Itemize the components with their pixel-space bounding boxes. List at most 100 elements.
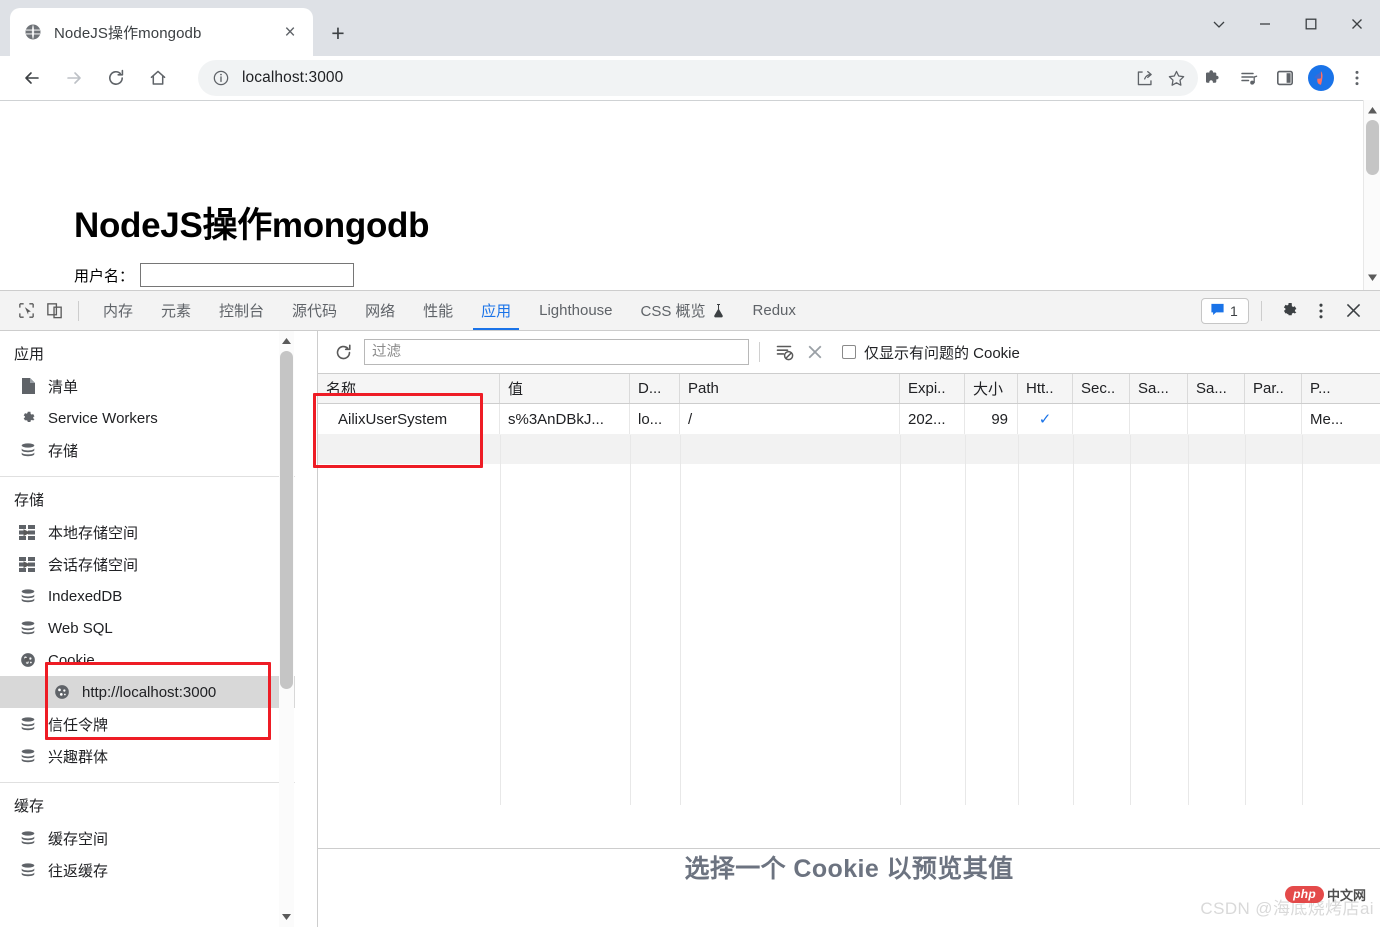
tab-sources[interactable]: 源代码	[278, 291, 351, 330]
only-show-problematic-cookies-checkbox[interactable]: 仅显示有问题的 Cookie	[842, 342, 1020, 363]
page-scrollbar-thumb[interactable]	[1366, 120, 1379, 175]
sidebar-item-trust-tokens[interactable]: 信任令牌	[0, 708, 295, 740]
scroll-up-icon[interactable]	[279, 333, 294, 349]
tab-redux[interactable]: Redux	[739, 291, 810, 330]
chevron-down-icon[interactable]: ▼	[22, 655, 32, 665]
sidebar-item-indexeddb[interactable]: IndexedDB	[0, 580, 295, 612]
column-header-domain[interactable]: D...	[630, 374, 680, 403]
username-input[interactable]	[140, 263, 354, 287]
sidebar-item-cache-storage[interactable]: 缓存空间	[0, 822, 295, 854]
home-button[interactable]	[140, 60, 176, 96]
sidebar-item-web-sql[interactable]: Web SQL	[0, 612, 295, 644]
chevron-down-icon[interactable]	[1196, 0, 1242, 48]
minimize-icon[interactable]	[1242, 0, 1288, 48]
tab-css-overview-label: CSS 概览	[641, 300, 706, 321]
maximize-icon[interactable]	[1288, 0, 1334, 48]
sidebar-item-cookie[interactable]: ▼ Cookie	[0, 644, 295, 676]
sidebar-item-label: Service Workers	[48, 410, 158, 427]
column-header-partitionkey[interactable]: Par..	[1245, 374, 1302, 403]
clear-filtered-cookies-icon[interactable]	[770, 337, 800, 367]
settings-gear-icon[interactable]	[1274, 296, 1304, 326]
sidebar-item-label: 缓存空间	[48, 828, 108, 849]
close-icon[interactable]	[1334, 0, 1380, 48]
scroll-up-icon[interactable]	[1364, 102, 1380, 119]
profile-avatar[interactable]	[1304, 61, 1338, 95]
inspect-element-icon[interactable]	[12, 297, 40, 325]
cell-priority: Me...	[1302, 404, 1380, 434]
tab-lighthouse[interactable]: Lighthouse	[525, 291, 626, 330]
share-icon[interactable]	[1130, 64, 1158, 92]
database-icon	[18, 619, 38, 637]
sidebar-section-title-storage: 存储	[0, 477, 295, 516]
sidebar-item-interest-groups[interactable]: 兴趣群体	[0, 740, 295, 772]
column-header-httponly[interactable]: Htt..	[1018, 374, 1073, 403]
cookies-panel: 仅显示有问题的 Cookie 名称 值 D... Path Expi.. 大小 …	[318, 331, 1380, 927]
refresh-icon[interactable]	[328, 337, 358, 367]
star-icon[interactable]	[1162, 64, 1190, 92]
sidebar-item-manifest[interactable]: 清单	[0, 370, 295, 402]
more-vertical-icon[interactable]	[1306, 296, 1336, 326]
cell-expires: 202...	[900, 404, 965, 434]
sidebar-scrollbar-thumb[interactable]	[280, 351, 293, 689]
table-row-empty[interactable]	[318, 434, 1380, 464]
back-button[interactable]	[14, 60, 50, 96]
close-devtools-icon[interactable]	[1338, 296, 1368, 326]
column-header-value[interactable]: 值	[500, 374, 630, 403]
close-icon[interactable]: ×	[277, 19, 303, 45]
reading-list-icon[interactable]	[1232, 61, 1266, 95]
column-header-size[interactable]: 大小	[965, 374, 1018, 403]
column-header-expires[interactable]: Expi..	[900, 374, 965, 403]
tab-memory[interactable]: 内存	[89, 291, 147, 330]
sidebar-item-storage[interactable]: 存储	[0, 434, 295, 466]
tab-network[interactable]: 网络	[351, 291, 409, 330]
sidebar-item-label: 清单	[48, 376, 78, 397]
cell-httponly: ✓	[1018, 404, 1073, 434]
more-vertical-icon[interactable]	[1340, 61, 1374, 95]
sidebar-item-cookie-origin[interactable]: http://localhost:3000	[0, 676, 295, 708]
column-header-name[interactable]: 名称	[318, 374, 500, 403]
chevron-right-icon[interactable]: ▶	[22, 559, 32, 570]
sidebar-item-service-workers[interactable]: Service Workers	[0, 402, 295, 434]
cell-domain: lo...	[630, 404, 680, 434]
tab-css-overview[interactable]: CSS 概览	[627, 291, 739, 330]
cookie-filter-input[interactable]	[364, 339, 749, 365]
sidebar-scrollbar[interactable]	[279, 331, 294, 927]
tab-console[interactable]: 控制台	[205, 291, 278, 330]
page-scrollbar[interactable]	[1363, 100, 1380, 290]
cookies-table-body: AilixUserSystem s%3AnDBkJ... lo... / 202…	[318, 404, 1380, 805]
device-toolbar-icon[interactable]	[40, 297, 68, 325]
sidebar-item-session-storage[interactable]: ▶ 会话存储空间	[0, 548, 295, 580]
browser-tab[interactable]: NodeJS操作mongodb ×	[10, 8, 313, 56]
page-title: NodeJS操作mongodb	[74, 197, 429, 248]
scroll-down-icon[interactable]	[279, 909, 294, 925]
column-header-secure[interactable]: Sec..	[1073, 374, 1130, 403]
browser-tab-title: NodeJS操作mongodb	[54, 22, 277, 43]
side-panel-icon[interactable]	[1268, 61, 1302, 95]
database-icon	[18, 861, 38, 879]
reload-button[interactable]	[98, 60, 134, 96]
clear-all-cookies-icon[interactable]	[800, 337, 830, 367]
sidebar-item-back-forward-cache[interactable]: 往返缓存	[0, 854, 295, 886]
message-count-badge[interactable]: 1	[1201, 298, 1249, 324]
extensions-puzzle-icon[interactable]	[1196, 61, 1230, 95]
database-icon	[18, 587, 38, 605]
cookie-icon	[52, 683, 72, 701]
username-label: 用户名：	[74, 265, 134, 286]
scroll-down-icon[interactable]	[1364, 269, 1380, 286]
column-header-path[interactable]: Path	[680, 374, 900, 403]
column-header-priority[interactable]: P...	[1302, 374, 1380, 403]
address-bar[interactable]: localhost:3000	[198, 60, 1198, 96]
tab-performance[interactable]: 性能	[409, 291, 467, 330]
tab-elements[interactable]: 元素	[147, 291, 205, 330]
info-circle-icon[interactable]	[212, 69, 230, 87]
forward-button[interactable]	[56, 60, 92, 96]
checkbox-icon[interactable]	[842, 345, 856, 359]
tab-application[interactable]: 应用	[467, 291, 525, 330]
column-header-samparty[interactable]: Sa...	[1188, 374, 1245, 403]
globe-icon	[24, 23, 42, 41]
new-tab-button[interactable]: +	[322, 17, 354, 49]
table-row[interactable]: AilixUserSystem s%3AnDBkJ... lo... / 202…	[318, 404, 1380, 434]
chevron-right-icon[interactable]: ▶	[22, 527, 32, 538]
sidebar-item-local-storage[interactable]: ▶ 本地存储空间	[0, 516, 295, 548]
column-header-samesite[interactable]: Sa...	[1130, 374, 1188, 403]
